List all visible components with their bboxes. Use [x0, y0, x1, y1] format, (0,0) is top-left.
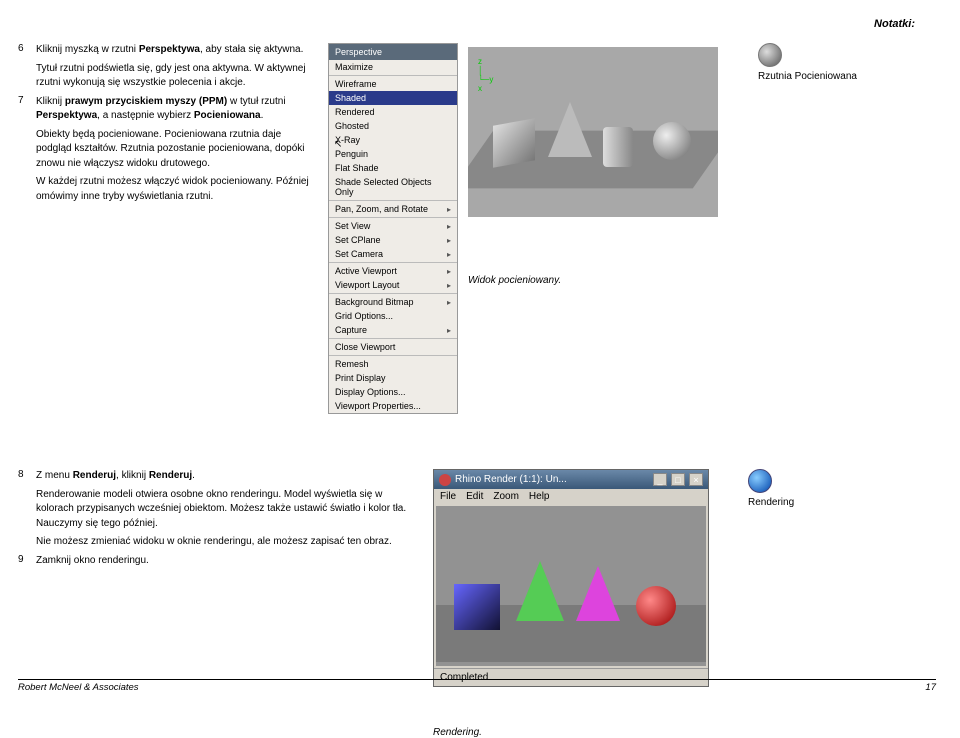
menu-item-ghosted[interactable]: Ghosted	[329, 119, 457, 133]
step-num: 7	[18, 95, 36, 124]
menu-item-setcamera[interactable]: Set Camera▸	[329, 247, 457, 261]
render-caption: Rendering.	[433, 727, 723, 738]
menu-zoom[interactable]: Zoom	[493, 491, 519, 502]
step-text: Kliknij prawym przyciskiem myszy (PPM) w…	[36, 95, 318, 124]
page-footer: Robert McNeel & Associates 17	[18, 679, 936, 693]
shaded-sphere-icon	[758, 43, 782, 67]
step-text: Z menu Renderuj, kliknij Renderuj.	[36, 469, 413, 484]
maximize-button[interactable]: □	[671, 473, 685, 486]
menu-item-activeviewport[interactable]: Active Viewport▸	[329, 264, 457, 278]
menu-item-closeviewport[interactable]: Close Viewport	[329, 340, 457, 354]
shaded-caption: Widok pocieniowany.	[468, 275, 718, 286]
menu-item-xray[interactable]: X-Ray	[329, 133, 457, 147]
minimize-button[interactable]: _	[653, 473, 667, 486]
step-sub: Nie możesz zmieniać widoku w oknie rende…	[36, 535, 413, 550]
footer-author: Robert McNeel & Associates	[18, 682, 139, 693]
instructions-lower: 8 Z menu Renderuj, kliknij Renderuj. Ren…	[18, 469, 413, 738]
menu-item-bgbitmap[interactable]: Background Bitmap▸	[329, 295, 457, 309]
footer-pagenum: 17	[925, 682, 936, 693]
menu-item-capture[interactable]: Capture▸	[329, 323, 457, 337]
shaded-viewport-image: z│└─yx	[468, 47, 718, 217]
notes-header: Notatki:	[874, 18, 915, 30]
menu-item-penguin[interactable]: Penguin	[329, 147, 457, 161]
instructions-upper: 6 Kliknij myszką w rzutni Perspektywa, a…	[18, 43, 318, 414]
sidebar-render-label: Rendering	[748, 497, 888, 508]
menu-item-viewportprops[interactable]: Viewport Properties...	[329, 399, 457, 413]
sidebar-shaded-label: Rzutnia Pocieniowana	[758, 71, 873, 82]
render-sphere-icon	[748, 469, 772, 493]
menu-file[interactable]: File	[440, 491, 456, 502]
menu-item-wireframe[interactable]: Wireframe	[329, 77, 457, 91]
step-sub: Renderowanie modeli otwiera osobne okno …	[36, 488, 413, 532]
menu-item-viewportlayout[interactable]: Viewport Layout▸	[329, 278, 457, 292]
step-text: Kliknij myszką w rzutni Perspektywa, aby…	[36, 43, 318, 58]
step-num: 8	[18, 469, 36, 484]
menu-help[interactable]: Help	[529, 491, 550, 502]
menu-item-flatshade[interactable]: Flat Shade	[329, 161, 457, 175]
menu-item-setview[interactable]: Set View▸	[329, 219, 457, 233]
menu-item-displayoptions[interactable]: Display Options...	[329, 385, 457, 399]
step-sub: Obiekty będą pocieniowane. Pocieniowana …	[36, 128, 318, 172]
context-menu: Perspective Maximize Wireframe Shaded↖ R…	[328, 43, 458, 414]
menu-item-remesh[interactable]: Remesh	[329, 357, 457, 371]
menu-item-maximize[interactable]: Maximize	[329, 60, 457, 74]
menu-item-printdisplay[interactable]: Print Display	[329, 371, 457, 385]
menu-item-shaded[interactable]: Shaded↖	[329, 91, 457, 105]
window-title: Rhino Render (1:1): Un...	[455, 474, 649, 485]
step-num: 6	[18, 43, 36, 58]
menu-item-panzoom[interactable]: Pan, Zoom, and Rotate▸	[329, 202, 457, 216]
menu-title: Perspective	[329, 44, 457, 60]
render-window: Rhino Render (1:1): Un... _ □ × File Edi…	[433, 469, 709, 687]
step-text: Zamknij okno renderingu.	[36, 554, 413, 569]
step-sub: Tytuł rzutni podświetla się, gdy jest on…	[36, 62, 318, 91]
menu-edit[interactable]: Edit	[466, 491, 483, 502]
render-menubar: File Edit Zoom Help	[434, 489, 708, 504]
menu-item-setcplane[interactable]: Set CPlane▸	[329, 233, 457, 247]
render-content	[436, 506, 706, 666]
render-app-icon	[439, 474, 451, 486]
close-button[interactable]: ×	[689, 473, 703, 486]
menu-item-rendered[interactable]: Rendered	[329, 105, 457, 119]
menu-item-gridoptions[interactable]: Grid Options...	[329, 309, 457, 323]
step-sub: W każdej rzutni możesz włączyć widok poc…	[36, 175, 318, 204]
step-num: 9	[18, 554, 36, 569]
menu-item-shadeselected[interactable]: Shade Selected Objects Only	[329, 175, 457, 199]
